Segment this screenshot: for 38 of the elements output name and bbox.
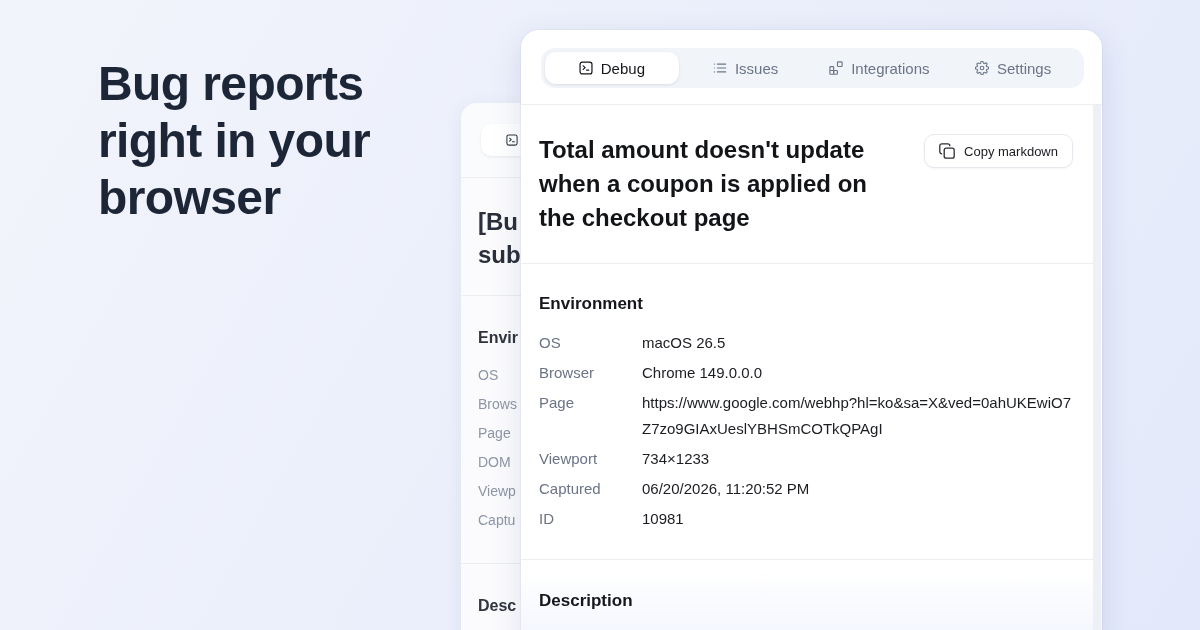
field-label: DOM xyxy=(478,453,512,472)
field-value: macOS 26.5 xyxy=(642,333,727,353)
issue-title: [Bu xyxy=(478,207,519,237)
field-label: Page xyxy=(478,424,512,443)
blocks-icon xyxy=(829,61,844,75)
terminal-icon xyxy=(506,134,518,146)
tab[interactable]: Debug xyxy=(545,52,679,84)
issue-title: Total amount doesn't update when a coupon is applied on the checkout page xyxy=(539,135,869,233)
tab[interactable]: Integrations xyxy=(812,52,947,84)
section-heading: Environment xyxy=(539,293,644,315)
section-heading: Envir xyxy=(478,328,519,348)
issue-title: sub xyxy=(478,240,521,270)
field-label: Captu xyxy=(478,511,517,530)
terminal-icon xyxy=(578,61,593,75)
field-value: 06/20/2026, 11:20:52 PM xyxy=(642,479,811,499)
field-label: Captured xyxy=(539,479,602,499)
field-label: Viewp xyxy=(478,482,517,501)
section-heading: Description xyxy=(539,590,634,612)
field-value: Chrome 149.0.0.0 xyxy=(642,363,764,383)
headline: Bug reports right in your browser xyxy=(98,56,372,226)
field-label: OS xyxy=(478,366,500,385)
copy-icon xyxy=(939,143,956,159)
field-label: OS xyxy=(539,333,562,353)
field-label: ID xyxy=(539,509,555,529)
field-value: 10981 xyxy=(642,509,685,529)
tab[interactable] xyxy=(481,124,521,156)
field-value: 734×1233 xyxy=(642,449,711,469)
field-label: Brows xyxy=(478,395,518,414)
field-label: Browser xyxy=(539,363,595,383)
field-label: Viewport xyxy=(539,449,599,469)
field-label: Page xyxy=(539,393,576,413)
field-value: https://www.google.com/webhp?hl=ko&sa=X&ved=0ahUKEwiO7Z7zo9GIAxUeslYBHSmCOTkQPAgI xyxy=(642,393,1072,439)
section-heading: Desc xyxy=(478,596,518,616)
settings-icon xyxy=(975,61,989,75)
copy-markdown-button[interactable]: Copy markdown xyxy=(924,134,1073,168)
tab[interactable]: Issues xyxy=(678,52,813,84)
tab[interactable]: Settings xyxy=(946,52,1080,84)
list-icon xyxy=(712,61,727,75)
